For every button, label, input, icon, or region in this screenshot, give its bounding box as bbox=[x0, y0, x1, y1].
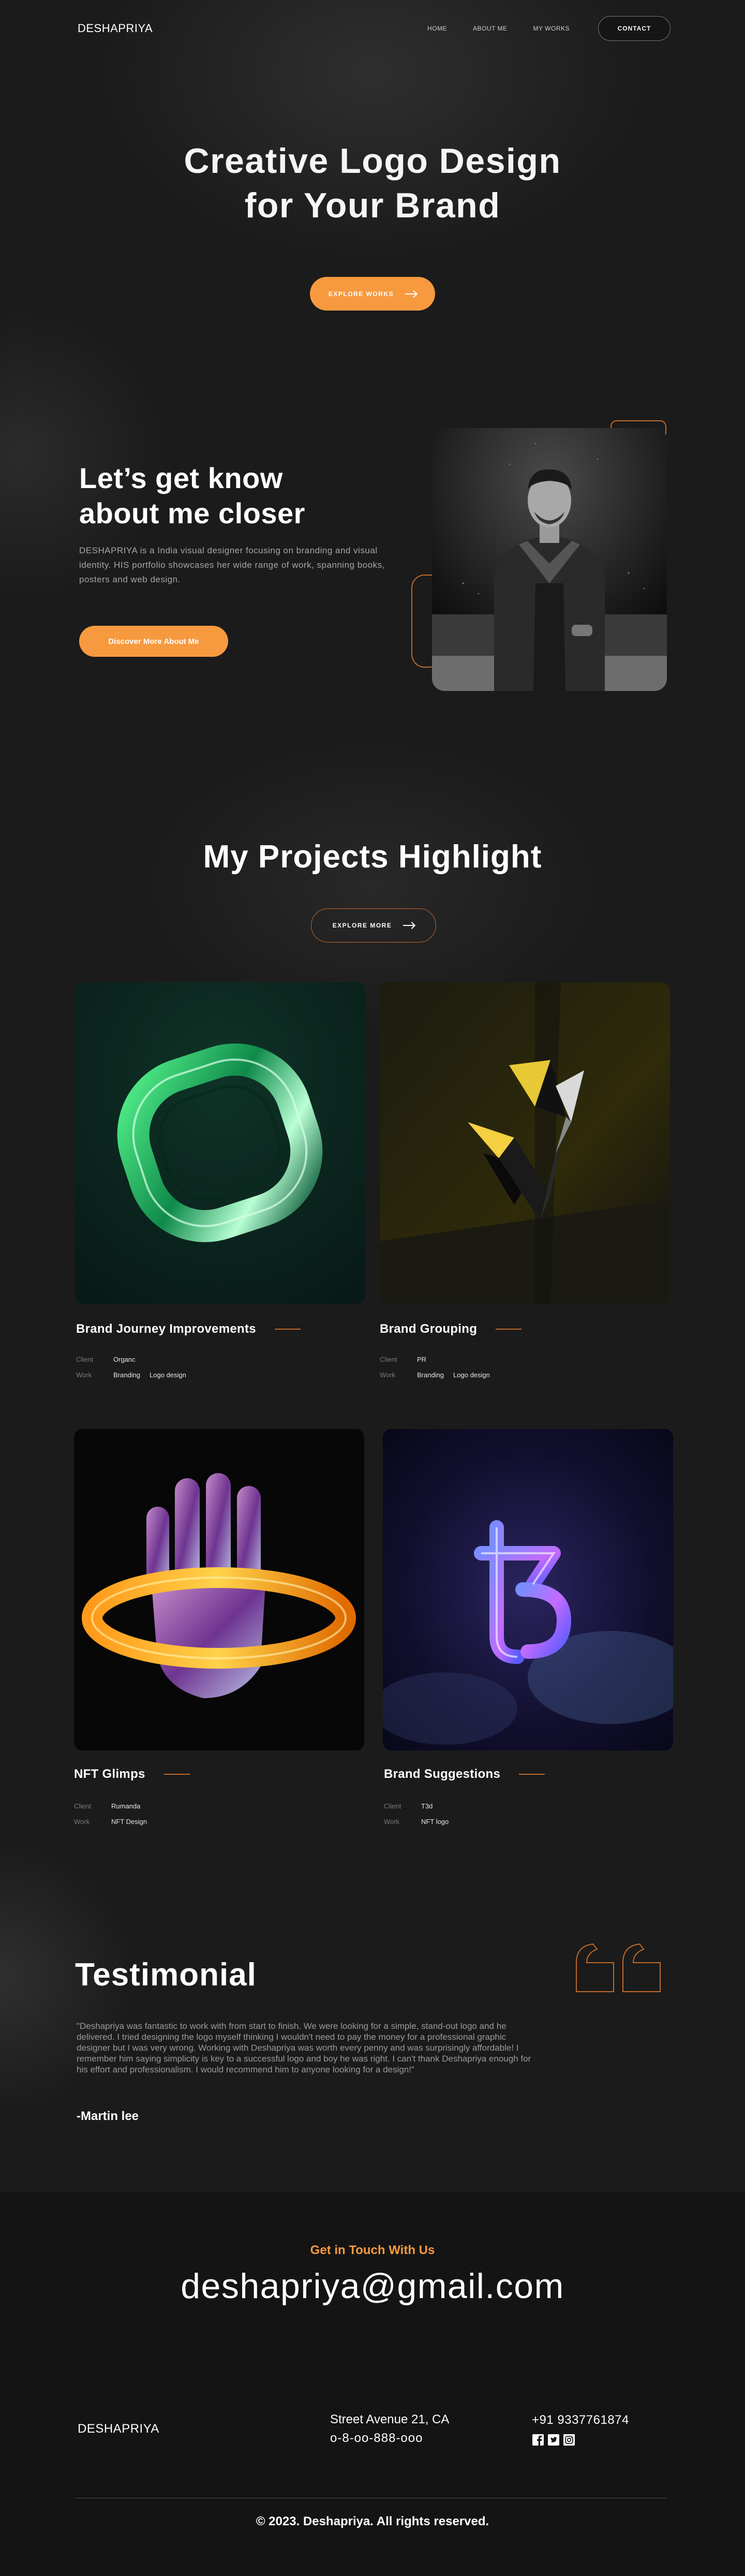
testimonial-title: Testimonial bbox=[75, 1957, 257, 1993]
glass-ring-illustration bbox=[75, 982, 365, 1304]
nav-link-home[interactable]: HOME bbox=[427, 25, 447, 32]
project-title-brand-grouping[interactable]: Brand Grouping bbox=[380, 1322, 522, 1336]
client-value: T3d bbox=[421, 1802, 433, 1810]
work-label: Work bbox=[74, 1818, 90, 1826]
site-logo[interactable]: DESHAPRIYA bbox=[78, 22, 153, 35]
client-label: Client bbox=[380, 1356, 397, 1363]
work-tag: Branding bbox=[417, 1371, 444, 1379]
nav-links: HOME ABOUT ME MY WORKS CONTACT bbox=[427, 16, 671, 41]
work-tag: NFT Design bbox=[111, 1818, 147, 1826]
hero-title: Creative Logo Design for Your Brand bbox=[0, 139, 745, 228]
glass-hand-illustration bbox=[74, 1429, 364, 1750]
title-underline bbox=[274, 1329, 301, 1330]
project-meta-nft-glimps: Client Rumanda Work NFT Design bbox=[74, 1799, 156, 1830]
nav-link-my-works[interactable]: MY WORKS bbox=[533, 25, 570, 32]
client-value: Organc bbox=[113, 1356, 136, 1363]
project-title-nft-glimps[interactable]: NFT Glimps bbox=[74, 1767, 190, 1782]
arrow-right-icon bbox=[405, 293, 417, 295]
about-title: Let’s get know about me closer bbox=[79, 461, 305, 531]
footer-address: Street Avenue 21, CA bbox=[330, 2412, 450, 2426]
hero-title-line2: for Your Brand bbox=[244, 186, 501, 225]
project-meta-brand-grouping: Client PR Work Branding Logo design bbox=[380, 1352, 499, 1383]
project-title-text: Brand Journey Improvements bbox=[76, 1322, 256, 1336]
projects-title: My Projects Highlight bbox=[203, 839, 542, 875]
social-links bbox=[532, 2434, 578, 2446]
work-label: Work bbox=[380, 1371, 396, 1379]
client-value: Rumanda bbox=[111, 1802, 141, 1810]
project-title-text: Brand Suggestions bbox=[384, 1767, 501, 1781]
client-label: Client bbox=[76, 1356, 94, 1363]
project-title-brand-journey[interactable]: Brand Journey Improvements bbox=[76, 1322, 301, 1336]
project-title-brand-suggestions[interactable]: Brand Suggestions bbox=[384, 1767, 545, 1782]
profile-photo bbox=[432, 428, 667, 691]
copyright-text: © 2023. Deshapriya. All rights reserved. bbox=[256, 2514, 489, 2528]
about-title-line1: Let’s get know bbox=[79, 462, 283, 494]
about-description: DESHAPRIYA is a India visual designer fo… bbox=[79, 546, 385, 584]
footer: Get in Touch With Us deshapriya@gmail.co… bbox=[0, 2192, 745, 2576]
project-meta-brand-suggestions: Client T3d Work NFT logo bbox=[384, 1799, 458, 1830]
explore-more-label: EXPLORE MORE bbox=[332, 922, 392, 929]
discover-more-button[interactable]: Discover More About Me bbox=[79, 626, 228, 657]
title-underline bbox=[163, 1774, 190, 1775]
geometric-shape-illustration bbox=[380, 982, 670, 1304]
explore-works-button[interactable]: EXPLORE WORKS bbox=[310, 277, 435, 311]
contact-email-link[interactable]: deshapriya@gmail.com bbox=[0, 2266, 745, 2306]
work-tag: Logo design bbox=[150, 1371, 186, 1379]
footer-phone-alt: o-8-oo-888-ooo bbox=[330, 2431, 423, 2445]
instagram-icon[interactable] bbox=[563, 2434, 575, 2446]
work-label: Work bbox=[76, 1371, 92, 1379]
project-image-brand-journey[interactable] bbox=[75, 982, 365, 1304]
project-image-brand-grouping[interactable] bbox=[380, 982, 670, 1304]
work-label: Work bbox=[384, 1818, 400, 1826]
client-label: Client bbox=[384, 1802, 401, 1810]
project-title-text: NFT Glimps bbox=[74, 1767, 145, 1781]
testimonial-author: -Martin lee bbox=[77, 2109, 139, 2123]
client-value: PR bbox=[417, 1356, 427, 1363]
work-tag: NFT logo bbox=[421, 1818, 449, 1826]
top-navigation: DESHAPRIYA HOME ABOUT ME MY WORKS CONTAC… bbox=[78, 16, 671, 41]
portrait-illustration bbox=[432, 428, 667, 691]
client-label: Client bbox=[74, 1802, 92, 1810]
explore-more-button[interactable]: EXPLORE MORE bbox=[311, 908, 436, 943]
work-tag: Logo design bbox=[453, 1371, 490, 1379]
quote-icon bbox=[576, 1943, 661, 1992]
work-tag: Branding bbox=[113, 1371, 141, 1379]
about-title-line2: about me closer bbox=[79, 497, 305, 529]
arrow-right-icon bbox=[403, 925, 415, 926]
explore-works-label: EXPLORE WORKS bbox=[328, 290, 394, 298]
testimonial-text: "Deshapriya was fantastic to work with f… bbox=[77, 2021, 531, 2074]
footer-phone: +91 9337761874 bbox=[532, 2413, 629, 2427]
project-meta-brand-journey: Client Organc Work Branding Logo design bbox=[76, 1352, 196, 1383]
twitter-icon[interactable] bbox=[547, 2434, 560, 2446]
title-underline bbox=[496, 1329, 522, 1330]
project-title-text: Brand Grouping bbox=[380, 1322, 478, 1336]
get-in-touch-heading: Get in Touch With Us bbox=[310, 2243, 435, 2257]
neon-logo-illustration bbox=[383, 1429, 673, 1750]
footer-logo[interactable]: DESHAPRIYA bbox=[78, 2422, 159, 2436]
hero-title-line1: Creative Logo Design bbox=[184, 141, 561, 181]
facebook-icon[interactable] bbox=[532, 2434, 544, 2446]
title-underline bbox=[519, 1774, 545, 1775]
nav-link-about-me[interactable]: ABOUT ME bbox=[473, 25, 507, 32]
contact-button[interactable]: CONTACT bbox=[598, 16, 671, 41]
project-image-brand-suggestions[interactable] bbox=[383, 1429, 673, 1750]
project-image-nft-glimps[interactable] bbox=[74, 1429, 364, 1750]
